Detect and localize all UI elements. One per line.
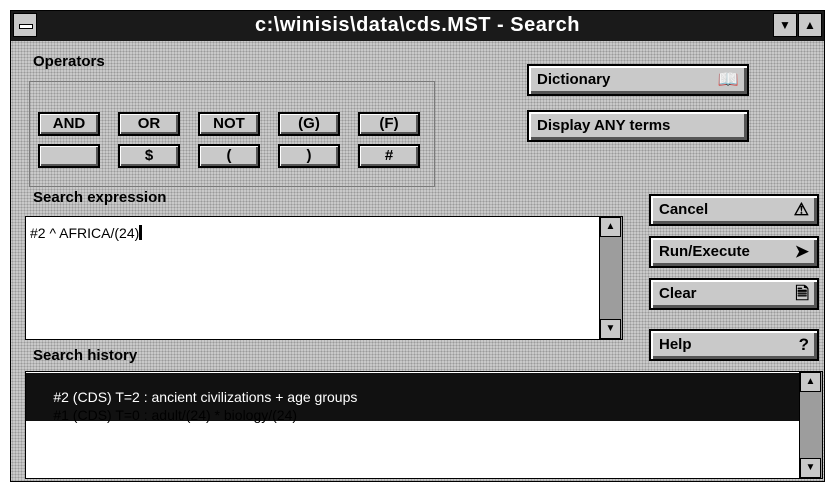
search-history-label: Search history [33,347,138,364]
run-execute-label: Run/Execute [659,243,750,260]
scroll-up-arrow-icon[interactable]: ▲ [800,372,821,392]
help-label: Help [659,336,692,353]
operators-label: Operators [33,53,105,70]
operator-not-button[interactable]: NOT [198,112,260,136]
operator-and-button[interactable]: AND [38,112,100,136]
operator-close-paren-button[interactable]: ) [278,144,340,168]
minimize-button[interactable]: ▼ [773,13,797,37]
scroll-down-arrow-icon[interactable]: ▼ [600,319,621,339]
window-title: c:\winisis\data\cds.MST - Search [255,14,580,36]
search-expression-scrollbar[interactable]: ▲ ▼ [599,217,622,339]
operator-g-button[interactable]: (G) [278,112,340,136]
book-icon: 📖 [717,70,739,89]
run-icon: ➤ [794,242,809,261]
help-button[interactable]: Help ? [649,329,819,361]
dictionary-button[interactable]: Dictionary 📖 [527,64,749,96]
operator-dollar-button[interactable]: $ [118,144,180,168]
search-expression-label: Search expression [33,189,167,206]
search-expression-input[interactable]: #2 ^ AFRICA/(24) ▲ ▼ [25,216,623,340]
display-any-terms-label: Display ANY terms [537,117,671,134]
history-item-text: #1 (CDS) T=0 : adult/(24) * biology/(24) [53,407,298,423]
document-icon: 🗎 [795,284,809,303]
scroll-up-arrow-icon[interactable]: ▲ [600,217,621,237]
search-history-list[interactable]: #2 (CDS) T=2 : ancient civilizations + a… [25,371,823,479]
history-item[interactable]: #1 (CDS) T=0 : adult/(24) * biology/(24) [30,391,297,439]
operator-or-button[interactable]: OR [118,112,180,136]
scroll-down-arrow-icon[interactable]: ▼ [800,458,821,478]
cancel-button[interactable]: Cancel ⚠ [649,194,819,226]
maximize-button[interactable]: ▲ [798,13,822,37]
display-any-terms-button[interactable]: Display ANY terms [527,110,749,142]
run-execute-button[interactable]: Run/Execute ➤ [649,236,819,268]
dictionary-label: Dictionary [537,71,611,88]
search-expression-text: #2 ^ AFRICA/(24) [30,225,140,241]
operator-hash-button[interactable]: # [358,144,420,168]
clear-label: Clear [659,285,697,302]
clear-button[interactable]: Clear 🗎 [649,278,819,310]
text-cursor [139,225,143,240]
search-window: c:\winisis\data\cds.MST - Search ▼ ▲ Ope… [10,10,825,482]
operator-blank-button[interactable] [38,144,100,168]
operators-group: AND OR NOT (G) (F) $ ( ) # [29,81,435,187]
search-history-scrollbar[interactable]: ▲ ▼ [799,372,822,478]
title-bar[interactable]: c:\winisis\data\cds.MST - Search ▼ ▲ [11,11,824,41]
warning-icon: ⚠ [793,200,809,219]
operator-open-paren-button[interactable]: ( [198,144,260,168]
question-icon: ? [798,335,809,354]
operator-f-button[interactable]: (F) [358,112,420,136]
cancel-label: Cancel [659,201,709,218]
